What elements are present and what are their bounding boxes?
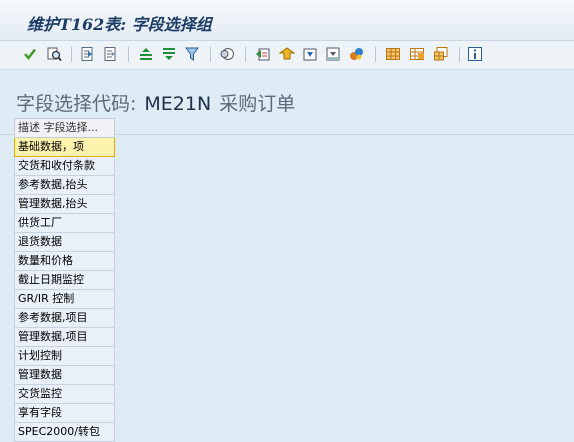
table-row[interactable]: 截止日期监控 — [14, 271, 115, 290]
first-page-icon[interactable] — [79, 46, 95, 62]
table-row[interactable]: 享有字段 — [14, 404, 115, 423]
table-row[interactable]: 基础数据，项 — [14, 138, 115, 157]
field-selection-code-label: 字段选择代码: — [16, 93, 137, 115]
info-icon[interactable] — [467, 46, 483, 62]
find-icon[interactable] — [46, 46, 62, 62]
grid-icon[interactable] — [385, 46, 401, 62]
details-icon[interactable] — [219, 46, 235, 62]
table-row[interactable]: 管理数据,项目 — [14, 328, 115, 347]
export-icon[interactable] — [255, 46, 271, 62]
download-icon[interactable] — [302, 46, 318, 62]
table-row[interactable]: 数量和价格 — [14, 252, 115, 271]
table-row[interactable]: 参考数据,项目 — [14, 309, 115, 328]
layout-icon[interactable] — [433, 46, 449, 62]
table-row[interactable]: 计划控制 — [14, 347, 115, 366]
table-row[interactable]: 退货数据 — [14, 233, 115, 252]
table-row[interactable]: 参考数据,抬头 — [14, 176, 115, 195]
column-header-description[interactable]: 描述 字段选择... — [14, 118, 115, 138]
field-selection-description: 采购订单 — [219, 93, 296, 115]
table-row[interactable]: 管理数据,抬头 — [14, 195, 115, 214]
upload-icon[interactable] — [279, 46, 295, 62]
filter-icon[interactable] — [161, 46, 177, 62]
table-row[interactable]: SPEC2000/转包 — [14, 423, 115, 442]
print-icon[interactable] — [325, 46, 341, 62]
table-row[interactable]: 供货工厂 — [14, 214, 115, 233]
previous-page-icon[interactable] — [102, 46, 118, 62]
window-title: 维护T162表: 字段选择组 — [27, 15, 212, 34]
funnel-icon[interactable] — [184, 46, 200, 62]
field-selection-heading: 字段选择代码: ME21N 采购订单 — [16, 89, 295, 116]
table-row[interactable]: GR/IR 控制 — [14, 290, 115, 309]
field-selection-code-value: ME21N — [144, 93, 212, 115]
check-icon[interactable] — [22, 46, 38, 62]
field-group-table: 描述 字段选择... 基础数据，项 交货和收付条款 参考数据,抬头 管理数据,抬… — [14, 118, 115, 442]
application-toolbar — [0, 41, 574, 70]
table-row[interactable]: 交货和收付条款 — [14, 157, 115, 176]
view-icon[interactable] — [348, 46, 364, 62]
table-row[interactable]: 交货监控 — [14, 385, 115, 404]
grid-add-icon[interactable] — [409, 46, 425, 62]
title-bar: 维护T162表: 字段选择组 — [0, 0, 574, 41]
align-left-icon[interactable] — [138, 46, 154, 62]
table-row[interactable]: 管理数据 — [14, 366, 115, 385]
